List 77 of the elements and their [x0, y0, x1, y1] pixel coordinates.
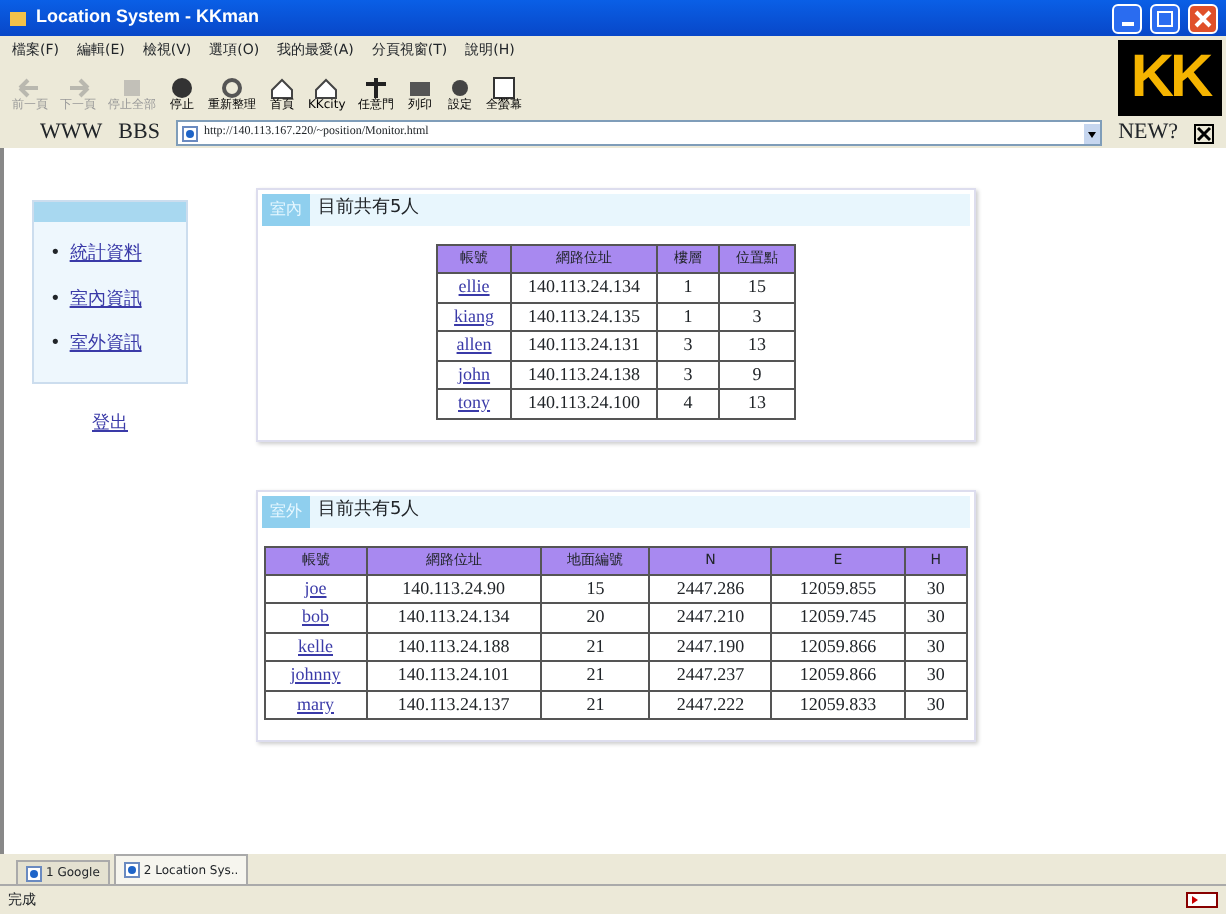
table-cell: 140.113.24.138 — [511, 360, 657, 389]
table-cell: 30 — [904, 574, 967, 603]
table-cell: 12059.855 — [771, 574, 905, 603]
table-cell: 12059.866 — [771, 661, 905, 690]
table-cell: 15 — [718, 273, 795, 302]
table-cell: 2447.286 — [649, 574, 772, 603]
table-cell: 140.113.24.134 — [511, 273, 657, 302]
table-cell: 1 — [656, 273, 719, 302]
link-button[interactable]: BBS — [118, 116, 160, 150]
account-link[interactable]: joe — [304, 577, 327, 597]
table-cell: 9 — [718, 360, 795, 389]
table-cell: 20 — [541, 603, 650, 632]
maximize-button[interactable] — [1150, 3, 1180, 33]
table-cell: 30 — [904, 603, 967, 632]
table-cell: 1 — [656, 302, 719, 331]
page-icon — [181, 125, 198, 141]
page-icon — [123, 862, 140, 878]
close-button[interactable] — [1188, 3, 1218, 33]
table-cell: 2447.222 — [649, 690, 772, 719]
link-button[interactable]: WWW — [40, 116, 103, 150]
table-cell: 21 — [541, 661, 650, 690]
summary-text: 目前共有5人 — [318, 196, 420, 223]
zone-icon — [1186, 892, 1218, 908]
sidebar-link[interactable]: 統計資料 — [69, 244, 142, 264]
minimize-icon — [1121, 21, 1133, 25]
table-cell: 140.113.24.188 — [366, 632, 542, 661]
new-link[interactable]: NEW? — [1118, 116, 1178, 150]
close-icon — [1192, 7, 1214, 29]
table-cell: 3 — [718, 302, 795, 331]
bullet-mark: • — [50, 289, 61, 309]
summary-text: 目前共有5人 — [318, 497, 420, 524]
table-cell: 21 — [541, 690, 650, 719]
table-cell: 12059.866 — [771, 632, 905, 661]
maximize-icon — [1154, 7, 1176, 29]
stop-all-icon — [118, 76, 146, 101]
table-cell: 21 — [541, 632, 650, 661]
kk-logo: KK — [1118, 40, 1222, 116]
table-cell: 30 — [904, 690, 967, 719]
bullet-mark: • — [50, 334, 61, 354]
app-icon — [8, 8, 28, 28]
table-cell: 15 — [541, 574, 650, 603]
table-cell: 140.113.24.131 — [511, 331, 657, 360]
window-title: Location System - KKman — [36, 4, 262, 31]
table-cell: 3 — [656, 331, 719, 360]
table-cell: 140.113.24.134 — [366, 603, 542, 632]
table-cell: 140.113.24.137 — [366, 690, 542, 719]
table-cell: 13 — [718, 389, 795, 418]
table-cell: 12059.745 — [771, 603, 905, 632]
section-tag: 室內 — [262, 194, 310, 226]
sidebar-link[interactable]: 室內資訊 — [69, 289, 142, 309]
table-cell: 2447.210 — [649, 603, 772, 632]
table-cell: 2447.237 — [649, 661, 772, 690]
sidebar-link[interactable]: 室外資訊 — [69, 334, 142, 354]
table-cell: 140.113.24.100 — [511, 389, 657, 418]
table-cell: 140.113.24.90 — [366, 574, 542, 603]
stop-icon — [168, 76, 196, 101]
close-icon[interactable] — [1194, 123, 1214, 143]
bullet-mark: • — [50, 244, 61, 264]
table-cell: 13 — [718, 331, 795, 360]
logout-link[interactable]: 登出 — [32, 412, 188, 439]
table-cell: 2447.190 — [649, 632, 772, 661]
section-tag: 室外 — [262, 495, 310, 527]
page-icon — [26, 865, 42, 881]
table-cell: 30 — [904, 661, 967, 690]
table-cell: 30 — [904, 632, 967, 661]
table-cell: 140.113.24.135 — [511, 302, 657, 331]
account-link[interactable]: bob — [302, 606, 329, 626]
forward-arrow-icon — [64, 76, 92, 101]
home-icon — [268, 76, 296, 101]
table-cell: 3 — [656, 360, 719, 389]
house-icon — [312, 76, 341, 101]
table-cell: 12059.833 — [771, 690, 905, 719]
refresh-icon — [218, 76, 246, 101]
back-arrow-icon — [16, 76, 44, 101]
table-cell: 4 — [656, 389, 719, 418]
minimize-button[interactable] — [1112, 3, 1142, 33]
table-cell: 140.113.24.101 — [366, 661, 542, 690]
